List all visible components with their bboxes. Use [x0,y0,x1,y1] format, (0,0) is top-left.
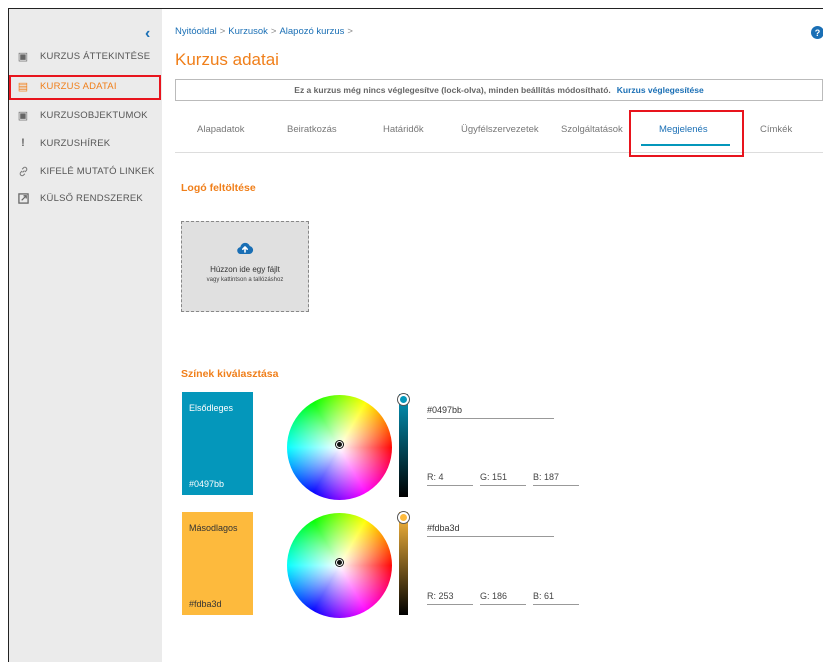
primary-slider-knob[interactable] [398,394,409,405]
breadcrumb-course[interactable]: Alapozó kurzus [279,26,344,37]
breadcrumb-home[interactable]: Nyitóoldal [175,26,217,37]
data-icon: ▤ [17,80,29,93]
colors-section-title: Színek kiválasztása [181,368,279,380]
sidebar-item-external-systems[interactable]: KÜLSŐ RENDSZEREK [9,187,162,209]
secondary-b-input[interactable]: B: 61 [533,591,579,605]
primary-b-input[interactable]: B: 187 [533,472,579,486]
tab-tags[interactable]: Címkék [760,124,792,135]
tab-bar: Alapadatok Beiratkozás Határidők Ügyféls… [175,113,823,153]
secondary-color-swatch[interactable]: Másodlagos #fdba3d [182,512,253,615]
cloud-upload-icon [236,241,254,258]
sidebar-item-course-objects[interactable]: ▣ KURZUSOBJEKTUMOK [9,104,162,126]
primary-color-name: Elsődleges [189,403,234,413]
exclamation-icon: ! [21,137,25,149]
dropzone-main-text: Húzzon ide egy fájlt [210,265,280,274]
page-title: Kurzus adatai [175,50,279,69]
dropzone-sub-text: vagy kattintson a tallózáshoz [206,277,284,283]
secondary-slider-knob[interactable] [398,512,409,523]
objects-icon: ▣ [17,109,29,122]
sidebar-item-label: KURZUSOBJEKTUMOK [40,109,148,121]
sidebar-item-label: KURZUS ADATAI [40,80,117,92]
tab-basic-data[interactable]: Alapadatok [197,124,245,135]
main-content: Nyitóoldal > Kurzusok > Alapozó kurzus > ? Ku… [162,9,823,662]
tab-client-organizations[interactable]: Ügyfélszervezetek [461,124,539,135]
collapse-sidebar-icon[interactable]: ‹ [145,25,150,43]
notice-text: Ez a kurzus még nincs véglegesítve (lock… [294,85,611,95]
secondary-brightness-slider[interactable] [398,512,409,615]
lock-notice: Ez a kurzus még nincs véglegesítve (lock… [175,79,823,101]
external-icon [16,192,30,204]
sidebar-item-course-news[interactable]: ! KURZUSHÍREK [9,132,162,154]
tab-deadlines[interactable]: Határidők [383,124,424,135]
primary-wheel-pointer[interactable] [336,441,343,448]
finalize-course-link[interactable]: Kurzus véglegesítése [617,85,704,95]
primary-r-input[interactable]: R: 4 [427,472,473,486]
primary-hex-input[interactable]: #0497bb [427,405,554,419]
active-tab-indicator [641,144,730,146]
logo-dropzone[interactable]: Húzzon ide egy fájlt vagy kattintson a t… [181,221,309,312]
primary-color-hex: #0497bb [189,479,225,489]
sidebar-item-label: KURZUSHÍREK [40,137,111,149]
secondary-color-wheel[interactable] [287,513,392,618]
sidebar-item-overview[interactable]: ▣ KURZUS ÁTTEKINTÉSE [9,45,162,67]
sidebar: ‹ ▣ KURZUS ÁTTEKINTÉSE ▤ KURZUS ADATAI ▣… [9,9,162,662]
primary-g-input[interactable]: G: 151 [480,472,526,486]
sidebar-item-label: KURZUS ÁTTEKINTÉSE [40,50,151,62]
sidebar-item-course-data[interactable]: ▤ KURZUS ADATAI [9,75,162,97]
sidebar-item-outbound-links[interactable]: KIFELÉ MUTATÓ LINKEK [9,160,162,182]
secondary-color-hex: #fdba3d [189,599,222,609]
secondary-color-name: Másodlagos [189,523,238,533]
breadcrumb: Nyitóoldal > Kurzusok > Alapozó kurzus > [175,26,356,37]
primary-color-swatch[interactable]: Elsődleges #0497bb [182,392,253,495]
primary-color-wheel[interactable] [287,395,392,500]
logo-section-title: Logó feltöltése [181,182,256,194]
secondary-r-input[interactable]: R: 253 [427,591,473,605]
help-icon[interactable]: ? [811,26,823,39]
secondary-g-input[interactable]: G: 186 [480,591,526,605]
breadcrumb-courses[interactable]: Kurzusok [228,26,268,37]
breadcrumb-separator: > [219,26,226,37]
overview-icon: ▣ [17,50,29,63]
secondary-wheel-pointer[interactable] [336,559,343,566]
tab-enrollment[interactable]: Beiratkozás [287,124,337,135]
sidebar-item-label: KIFELÉ MUTATÓ LINKEK [40,165,155,177]
breadcrumb-separator: > [347,26,353,37]
breadcrumb-separator: > [270,26,277,37]
primary-brightness-slider[interactable] [398,394,409,497]
tab-services[interactable]: Szolgáltatások [561,124,623,135]
tab-appearance[interactable]: Megjelenés [659,124,708,135]
secondary-hex-input[interactable]: #fdba3d [427,523,554,537]
sidebar-item-label: KÜLSŐ RENDSZEREK [40,192,143,204]
link-icon [16,166,30,177]
